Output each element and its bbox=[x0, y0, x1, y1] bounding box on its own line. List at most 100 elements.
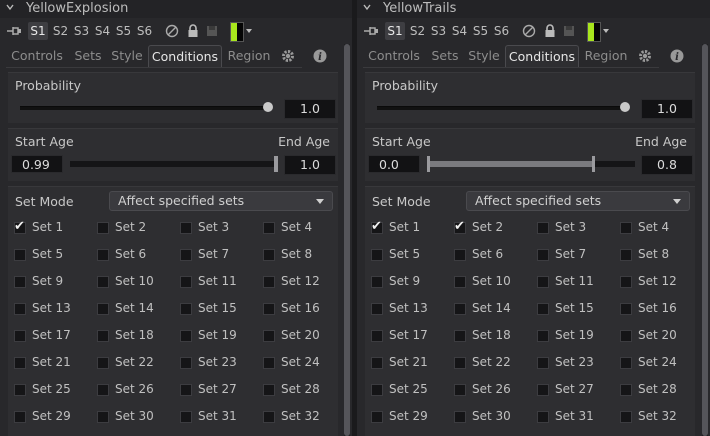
set-checkbox[interactable] bbox=[620, 411, 632, 423]
set-checkbox[interactable] bbox=[263, 222, 275, 234]
set-checkbox[interactable] bbox=[537, 222, 549, 234]
set-checkbox[interactable] bbox=[620, 330, 632, 342]
age-range-slider[interactable] bbox=[70, 156, 278, 172]
probability-input[interactable]: 1.0 bbox=[641, 99, 693, 119]
set-checkbox[interactable] bbox=[180, 384, 192, 396]
set-button-s5[interactable]: S5 bbox=[471, 22, 490, 40]
scrollbar-thumb[interactable] bbox=[344, 44, 350, 436]
set-checkbox[interactable]: ✔ bbox=[454, 220, 466, 234]
set-checkbox[interactable] bbox=[537, 249, 549, 261]
set-checkbox[interactable] bbox=[537, 384, 549, 396]
probability-slider[interactable] bbox=[377, 106, 625, 110]
age-range-slider[interactable] bbox=[427, 156, 635, 172]
start-age-input[interactable]: 0.99 bbox=[11, 155, 63, 173]
probability-slider-knob[interactable] bbox=[263, 102, 273, 112]
set-checkbox[interactable] bbox=[263, 330, 275, 342]
probability-slider-knob[interactable] bbox=[620, 102, 630, 112]
set-checkbox[interactable] bbox=[454, 384, 466, 396]
tab-style[interactable]: Style bbox=[465, 45, 503, 67]
set-button-s4[interactable]: S4 bbox=[450, 22, 469, 40]
set-checkbox[interactable] bbox=[97, 303, 109, 315]
probability-slider[interactable] bbox=[20, 106, 268, 110]
set-mode-dropdown[interactable]: Affect specified sets bbox=[466, 191, 690, 211]
scrollbar-thumb[interactable] bbox=[702, 44, 708, 436]
color-swatch[interactable] bbox=[230, 22, 244, 42]
swatch-dropdown-icon[interactable] bbox=[246, 29, 252, 33]
set-checkbox[interactable] bbox=[454, 276, 466, 288]
set-checkbox[interactable]: ✔ bbox=[14, 220, 26, 234]
tab-conditions[interactable]: Conditions bbox=[505, 45, 579, 67]
set-button-s6[interactable]: S6 bbox=[492, 22, 511, 40]
save-icon[interactable] bbox=[204, 23, 220, 39]
set-checkbox[interactable] bbox=[620, 357, 632, 369]
set-checkbox[interactable] bbox=[180, 330, 192, 342]
set-checkbox[interactable] bbox=[97, 249, 109, 261]
set-checkbox[interactable] bbox=[97, 411, 109, 423]
set-checkbox[interactable] bbox=[620, 249, 632, 261]
scrollbar[interactable] bbox=[702, 44, 708, 436]
swatch-dropdown-icon[interactable] bbox=[603, 29, 609, 33]
set-checkbox[interactable] bbox=[97, 357, 109, 369]
set-checkbox[interactable] bbox=[97, 330, 109, 342]
info-icon[interactable]: i bbox=[312, 48, 328, 64]
set-checkbox[interactable] bbox=[180, 357, 192, 369]
set-button-s6[interactable]: S6 bbox=[135, 22, 154, 40]
tab-sets[interactable]: Sets bbox=[72, 45, 104, 67]
tab-controls[interactable]: Controls bbox=[363, 45, 425, 67]
disable-icon[interactable] bbox=[521, 23, 537, 39]
set-checkbox[interactable] bbox=[371, 276, 383, 288]
panel-header[interactable]: YellowTrails bbox=[357, 0, 710, 18]
set-button-s3[interactable]: S3 bbox=[72, 22, 91, 40]
pin-icon[interactable] bbox=[363, 25, 379, 37]
set-button-s1[interactable]: S1 bbox=[385, 22, 405, 40]
set-checkbox[interactable] bbox=[263, 384, 275, 396]
set-checkbox[interactable] bbox=[263, 303, 275, 315]
end-age-input[interactable]: 1.0 bbox=[284, 155, 336, 175]
set-button-s2[interactable]: S2 bbox=[408, 22, 427, 40]
set-checkbox[interactable] bbox=[371, 384, 383, 396]
pin-icon[interactable] bbox=[6, 25, 22, 37]
set-checkbox[interactable] bbox=[371, 357, 383, 369]
set-checkbox[interactable] bbox=[14, 249, 26, 261]
set-checkbox[interactable] bbox=[180, 249, 192, 261]
set-checkbox[interactable] bbox=[371, 303, 383, 315]
set-checkbox[interactable] bbox=[454, 411, 466, 423]
set-checkbox[interactable] bbox=[537, 330, 549, 342]
set-checkbox[interactable] bbox=[454, 330, 466, 342]
set-checkbox[interactable] bbox=[454, 357, 466, 369]
set-checkbox[interactable] bbox=[537, 303, 549, 315]
set-checkbox[interactable] bbox=[263, 249, 275, 261]
set-checkbox[interactable] bbox=[180, 276, 192, 288]
age-range-end-handle[interactable] bbox=[591, 156, 595, 172]
gear-icon[interactable] bbox=[637, 48, 653, 64]
save-icon[interactable] bbox=[561, 23, 577, 39]
panel-header[interactable]: YellowExplosion bbox=[0, 0, 352, 18]
set-checkbox[interactable] bbox=[263, 357, 275, 369]
start-age-input[interactable]: 0.0 bbox=[368, 155, 420, 173]
age-range-end-handle[interactable] bbox=[275, 156, 278, 172]
set-checkbox[interactable] bbox=[620, 276, 632, 288]
disable-icon[interactable] bbox=[164, 23, 180, 39]
set-checkbox[interactable] bbox=[14, 276, 26, 288]
tab-sets[interactable]: Sets bbox=[429, 45, 461, 67]
set-button-s3[interactable]: S3 bbox=[429, 22, 448, 40]
set-checkbox[interactable] bbox=[180, 222, 192, 234]
tab-conditions[interactable]: Conditions bbox=[148, 45, 222, 67]
set-checkbox[interactable] bbox=[537, 276, 549, 288]
set-checkbox[interactable] bbox=[620, 222, 632, 234]
set-checkbox[interactable] bbox=[263, 276, 275, 288]
chevron-down-icon[interactable] bbox=[363, 3, 371, 11]
chevron-down-icon[interactable] bbox=[6, 3, 14, 11]
end-age-input[interactable]: 0.8 bbox=[641, 155, 693, 175]
set-button-s4[interactable]: S4 bbox=[93, 22, 112, 40]
set-checkbox[interactable] bbox=[14, 411, 26, 423]
gear-icon[interactable] bbox=[280, 48, 296, 64]
set-checkbox[interactable] bbox=[180, 303, 192, 315]
set-button-s5[interactable]: S5 bbox=[114, 22, 133, 40]
set-button-s1[interactable]: S1 bbox=[28, 22, 48, 40]
probability-input[interactable]: 1.0 bbox=[284, 99, 336, 119]
set-checkbox[interactable] bbox=[454, 249, 466, 261]
set-checkbox[interactable] bbox=[371, 249, 383, 261]
set-checkbox[interactable] bbox=[97, 384, 109, 396]
scrollbar[interactable] bbox=[344, 44, 350, 436]
